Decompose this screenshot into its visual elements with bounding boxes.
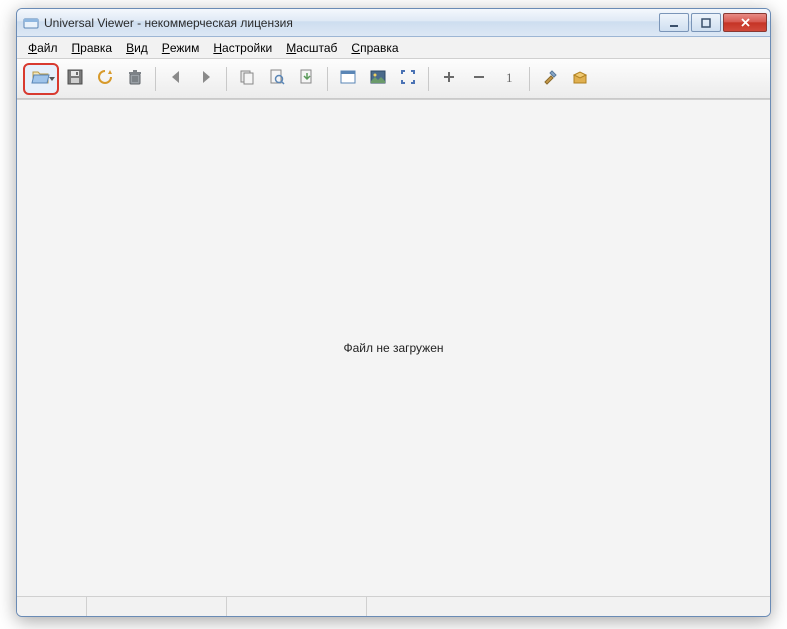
menu-help[interactable]: Справка	[344, 37, 405, 58]
copy-button[interactable]	[233, 65, 261, 93]
delete-button[interactable]	[121, 65, 149, 93]
fullscreen-button[interactable]	[394, 65, 422, 93]
search-icon	[268, 68, 286, 89]
minus-icon	[471, 69, 487, 88]
maximize-button[interactable]	[691, 13, 721, 32]
zoom-out-button[interactable]	[465, 65, 493, 93]
toolbar-separator	[327, 67, 328, 91]
trash-icon	[126, 68, 144, 89]
fullscreen-icon	[399, 68, 417, 89]
prev-button[interactable]	[162, 65, 190, 93]
dropdown-arrow-icon	[49, 77, 55, 81]
close-button[interactable]	[723, 13, 767, 32]
folder-open-icon	[31, 67, 51, 90]
status-cell	[367, 597, 770, 616]
one-icon: 1	[501, 69, 517, 88]
menu-mode[interactable]: Режим	[155, 37, 207, 58]
image-icon	[369, 68, 387, 89]
fit-window-icon	[339, 68, 357, 89]
zoom-100-button[interactable]: 1	[495, 65, 523, 93]
menu-zoom[interactable]: Масштаб	[279, 37, 344, 58]
goto-button[interactable]	[293, 65, 321, 93]
settings-button[interactable]	[536, 65, 564, 93]
content-area: Файл не загружен	[17, 99, 770, 596]
arrow-right-icon	[197, 68, 215, 89]
floppy-disk-icon	[66, 68, 84, 89]
toolbar-separator	[155, 67, 156, 91]
reload-button[interactable]	[91, 65, 119, 93]
svg-text:1: 1	[506, 70, 513, 85]
plugins-button[interactable]	[566, 65, 594, 93]
app-window: Universal Viewer - некоммерческая лиценз…	[16, 8, 771, 617]
tools-icon	[541, 68, 559, 89]
app-icon	[23, 15, 39, 31]
open-file-button[interactable]	[23, 63, 59, 95]
menu-settings[interactable]: Настройки	[206, 37, 279, 58]
minimize-button[interactable]	[659, 13, 689, 32]
menu-view[interactable]: Вид	[119, 37, 155, 58]
copy-icon	[238, 68, 256, 89]
fit-window-button[interactable]	[334, 65, 362, 93]
toolbar-separator	[428, 67, 429, 91]
save-button[interactable]	[61, 65, 89, 93]
menu-bar: Файл Правка Вид Режим Настройки Масштаб …	[17, 37, 770, 59]
plus-icon	[441, 69, 457, 88]
toolbar-separator	[226, 67, 227, 91]
arrow-left-icon	[167, 68, 185, 89]
window-title: Universal Viewer - некоммерческая лиценз…	[44, 16, 659, 30]
toolbar-separator	[529, 67, 530, 91]
title-bar: Universal Viewer - некоммерческая лиценз…	[17, 9, 770, 37]
status-cell	[17, 597, 87, 616]
status-cell	[87, 597, 227, 616]
page-arrow-icon	[298, 68, 316, 89]
find-button[interactable]	[263, 65, 291, 93]
box-icon	[571, 68, 589, 89]
status-cell	[227, 597, 367, 616]
zoom-in-button[interactable]	[435, 65, 463, 93]
menu-file[interactable]: Файл	[21, 37, 65, 58]
status-bar	[17, 596, 770, 616]
window-controls	[659, 13, 767, 32]
next-button[interactable]	[192, 65, 220, 93]
fit-image-button[interactable]	[364, 65, 392, 93]
menu-edit[interactable]: Правка	[65, 37, 120, 58]
empty-placeholder-text: Файл не загружен	[343, 341, 443, 355]
reload-icon	[96, 68, 114, 89]
toolbar: 1	[17, 59, 770, 99]
